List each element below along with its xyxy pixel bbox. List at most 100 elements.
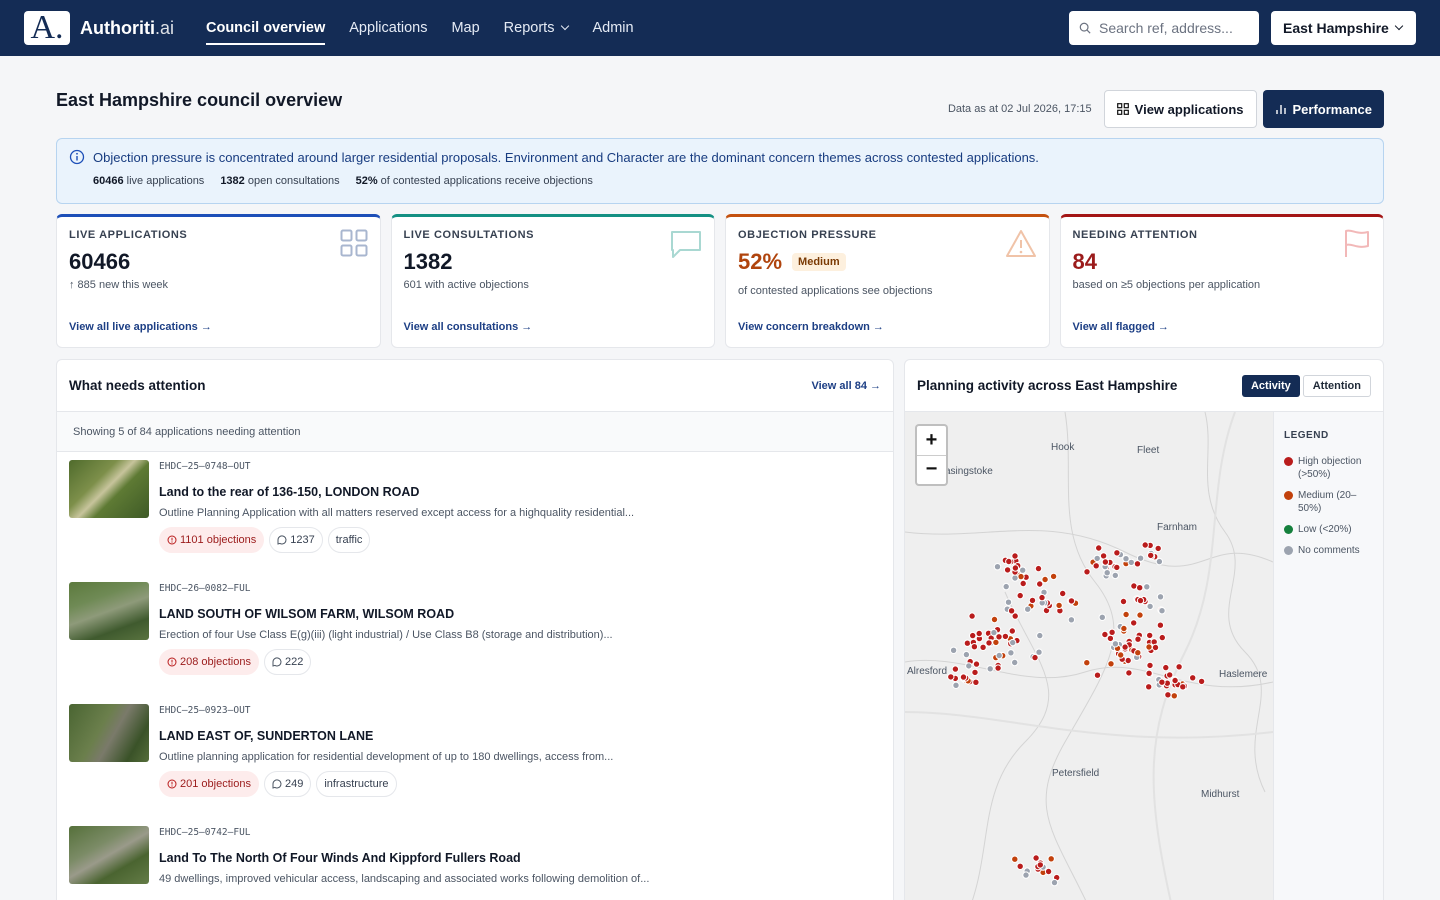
map-marker[interactable]: [993, 563, 1002, 571]
map-marker[interactable]: [962, 650, 971, 659]
map-marker[interactable]: [972, 678, 980, 686]
map-marker[interactable]: [975, 629, 983, 638]
map-marker[interactable]: [1011, 574, 1019, 582]
map-marker[interactable]: [1136, 596, 1145, 605]
map-marker[interactable]: [1055, 601, 1063, 610]
map-marker[interactable]: [1004, 598, 1013, 606]
map-marker[interactable]: [1120, 624, 1128, 633]
tab-activity[interactable]: Activity: [1241, 374, 1300, 397]
map-marker[interactable]: [952, 681, 960, 689]
map-marker[interactable]: [1103, 569, 1111, 577]
list-item[interactable]: EHDC–25–0923–OUT LAND EAST OF, SUNDERTON…: [57, 696, 893, 818]
map-marker[interactable]: [969, 631, 977, 640]
nav-map[interactable]: Map: [451, 0, 479, 56]
list-item[interactable]: EHDC–26–0082–FUL LAND SOUTH OF WILSOM FA…: [57, 574, 893, 696]
map-marker[interactable]: [1143, 583, 1151, 591]
view-all-live-applications-link[interactable]: View all live applications →: [69, 321, 212, 333]
search-input[interactable]: [1099, 20, 1249, 36]
list-item[interactable]: EHDC–25–0742–FUL Land To The North Of Fo…: [57, 818, 893, 900]
map-marker[interactable]: [1134, 635, 1142, 643]
map-marker[interactable]: [1034, 564, 1043, 573]
map-marker[interactable]: [1003, 566, 1012, 574]
map-marker[interactable]: [963, 639, 972, 647]
map-marker[interactable]: [1189, 674, 1197, 682]
map-marker[interactable]: [1002, 582, 1010, 591]
map-marker[interactable]: [1083, 568, 1091, 576]
list-item[interactable]: EHDC–25–0748–OUT Land to the rear of 136…: [57, 452, 893, 574]
map-marker[interactable]: [1136, 611, 1144, 619]
map-marker[interactable]: [1031, 653, 1039, 662]
map-marker[interactable]: [1101, 558, 1110, 566]
map-marker[interactable]: [1156, 621, 1165, 629]
map-marker[interactable]: [959, 673, 968, 681]
map-marker[interactable]: [1179, 683, 1187, 691]
map-marker[interactable]: [1019, 579, 1027, 588]
map-marker[interactable]: [1175, 663, 1183, 671]
map-marker[interactable]: [1156, 593, 1165, 601]
map-marker[interactable]: [1067, 616, 1076, 624]
map-marker[interactable]: [1101, 630, 1109, 639]
nav-admin[interactable]: Admin: [592, 0, 633, 56]
map-marker[interactable]: [992, 638, 1000, 647]
zoom-in-button[interactable]: +: [917, 426, 946, 456]
map-marker[interactable]: [1011, 552, 1019, 560]
performance-button[interactable]: Performance: [1262, 90, 1384, 128]
map-marker[interactable]: [1001, 632, 1010, 641]
nav-applications[interactable]: Applications: [349, 0, 427, 56]
map-marker[interactable]: [1125, 669, 1133, 677]
map-marker[interactable]: [1083, 659, 1091, 667]
map-marker[interactable]: [1011, 658, 1019, 667]
map-marker[interactable]: [1111, 571, 1120, 580]
map-marker[interactable]: [1038, 593, 1046, 602]
map-marker[interactable]: [1117, 651, 1125, 659]
map-marker[interactable]: [949, 646, 958, 655]
zoom-out-button[interactable]: −: [917, 456, 946, 485]
map-marker[interactable]: [1111, 640, 1120, 648]
map-marker[interactable]: [979, 643, 987, 652]
nav-reports[interactable]: Reports: [504, 0, 570, 56]
map-marker[interactable]: [1151, 643, 1160, 652]
map-marker[interactable]: [1041, 575, 1049, 584]
map-marker[interactable]: [1049, 572, 1058, 581]
map-marker[interactable]: [1047, 855, 1055, 863]
application-title[interactable]: LAND EAST OF, SUNDERTON LANE: [159, 729, 881, 743]
map-marker[interactable]: [1145, 643, 1153, 651]
map-marker[interactable]: [1067, 597, 1076, 605]
map-marker[interactable]: [1095, 544, 1103, 552]
map-marker[interactable]: [1036, 631, 1044, 640]
map-marker[interactable]: [1146, 602, 1154, 611]
map-marker[interactable]: [1197, 677, 1206, 686]
map-marker[interactable]: [1171, 676, 1179, 685]
map-marker[interactable]: [1022, 871, 1030, 879]
application-title[interactable]: Land To The North Of Four Winds And Kipp…: [159, 851, 881, 865]
map-marker[interactable]: [947, 673, 955, 681]
map-marker[interactable]: [985, 639, 993, 647]
map-marker[interactable]: [1162, 663, 1170, 672]
nav-council-overview[interactable]: Council overview: [206, 0, 326, 56]
map-marker[interactable]: [971, 668, 979, 677]
brand-logo[interactable]: A.: [24, 11, 70, 45]
map-marker[interactable]: [1036, 580, 1044, 588]
map-marker[interactable]: [995, 651, 1003, 660]
map-marker[interactable]: [1154, 544, 1162, 553]
map-marker[interactable]: [1016, 591, 1024, 600]
map-marker[interactable]: [1011, 855, 1019, 863]
map-marker[interactable]: [1093, 554, 1101, 563]
map-marker[interactable]: [1059, 589, 1067, 598]
map-marker[interactable]: [1127, 558, 1136, 567]
view-applications-button[interactable]: View applications: [1103, 90, 1257, 128]
map-marker[interactable]: [990, 615, 999, 624]
map-marker[interactable]: [1099, 552, 1108, 560]
map-marker[interactable]: [1124, 656, 1132, 665]
map-marker[interactable]: [1007, 649, 1015, 657]
map-marker[interactable]: [1028, 596, 1037, 605]
map-marker[interactable]: [1141, 541, 1149, 549]
view-all-consultations-link[interactable]: View all consultations →: [404, 321, 533, 333]
map-marker[interactable]: [1024, 605, 1032, 613]
map-marker[interactable]: [1136, 554, 1145, 562]
map-marker[interactable]: [1147, 551, 1155, 560]
map-marker[interactable]: [1158, 633, 1166, 642]
map-marker[interactable]: [1113, 563, 1121, 572]
map-marker[interactable]: [1158, 607, 1166, 615]
map-marker[interactable]: [1008, 627, 1017, 635]
